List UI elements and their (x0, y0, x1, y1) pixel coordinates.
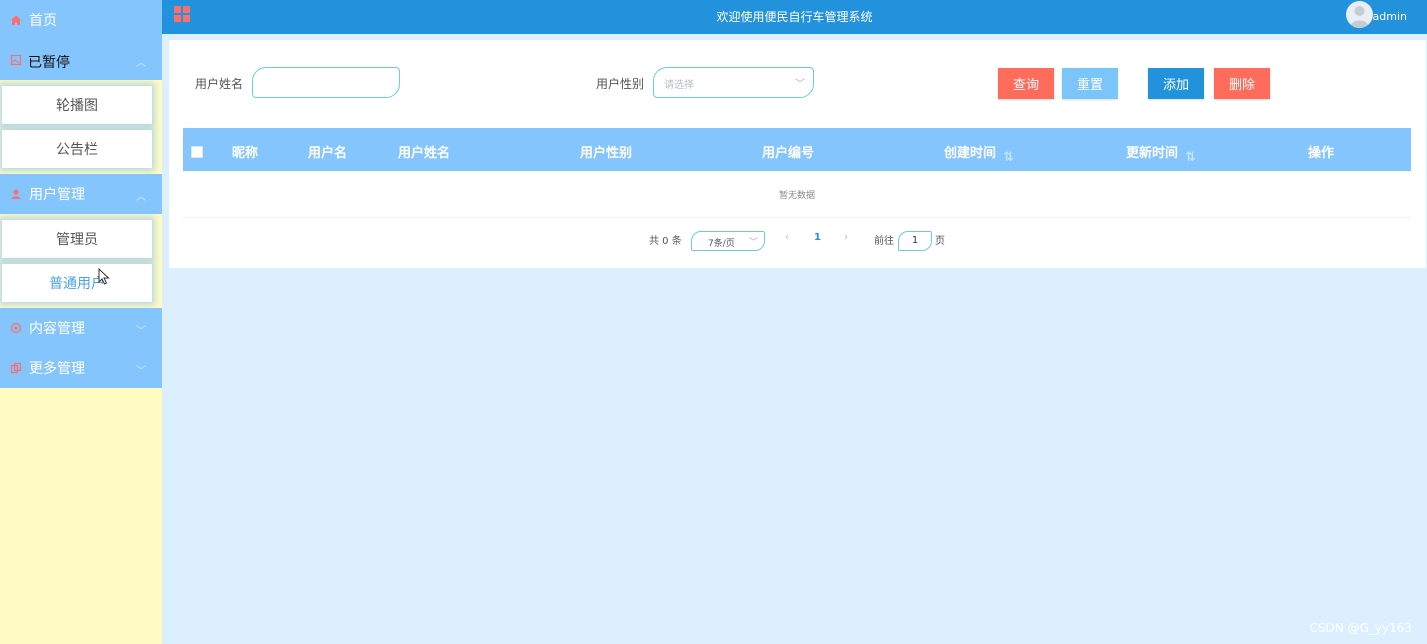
goto-page-input[interactable]: 1 (898, 231, 932, 251)
menu-content-management-label: 内容管理 (29, 321, 85, 337)
empty-table-message: 暂无数据 (183, 171, 1411, 218)
menu-content-management[interactable]: 内容管理 ﹀ (0, 308, 162, 348)
menu-home-label: 首页 (29, 13, 57, 29)
menu-user-management-label: 用户管理 (29, 187, 85, 203)
menu-more-management[interactable]: 更多管理 ﹀ (0, 348, 162, 388)
avatar[interactable] (1346, 1, 1373, 28)
next-page-icon[interactable]: › (844, 232, 848, 243)
delete-button[interactable]: 删除 (1214, 68, 1270, 99)
col-gender: 用户性别 (580, 146, 633, 161)
total-count: 共 0 条 (649, 236, 682, 247)
sidebar-item-carousel[interactable]: 轮播图 (2, 86, 152, 124)
name-filter-label: 用户姓名 (195, 77, 244, 91)
chevron-down-icon: ﹀ (136, 366, 146, 377)
chevron-down-icon: ﹀ (795, 79, 805, 90)
watermark: CSDN @G_yy163 (1309, 621, 1412, 635)
menu-more-management-label: 更多管理 (29, 361, 85, 377)
sidebar-item-admin[interactable]: 管理员 (2, 220, 152, 258)
table-header: 昵称 用户名 用户姓名 用户性别 用户编号 创建时间 ⇅ 更新时间 ⇅ 操作 (183, 128, 1411, 171)
col-username: 用户名 (308, 146, 348, 161)
top-bar: 欢迎使用便民自行车管理系统 admin (162, 0, 1427, 34)
sidebar: 首页 ︿ 已暂停 轮播图 公告栏 用户管理 ︿ 管理员 普通用户 内容管理 ﹀ … (0, 0, 162, 644)
sidebar-item-normal-user[interactable]: 普通用户 (2, 264, 152, 302)
sort-icon[interactable]: ⇅ (1182, 150, 1196, 165)
gender-select[interactable]: 请选择 ﹀ (653, 67, 814, 98)
copy-icon (10, 362, 22, 374)
paused-overlay: 已暂停 (28, 55, 70, 71)
image-icon (10, 54, 22, 66)
username[interactable]: admin (1373, 10, 1407, 23)
col-user-id: 用户编号 (762, 146, 815, 161)
col-nickname: 昵称 (232, 146, 259, 161)
target-icon (10, 322, 22, 334)
col-created-time[interactable]: 创建时间 ⇅ (944, 142, 1014, 165)
page-size-select[interactable]: 7条/页 ﹀ (691, 231, 765, 251)
chevron-down-icon: ﹀ (748, 238, 758, 248)
sort-icon[interactable]: ⇅ (1000, 150, 1014, 165)
sidebar-item-notice[interactable]: 公告栏 (2, 130, 152, 168)
page-title: 欢迎使用便民自行车管理系统 (716, 10, 873, 24)
chevron-up-icon: ︿ (136, 58, 146, 69)
select-all-checkbox[interactable] (191, 146, 203, 158)
col-real-name: 用户姓名 (398, 146, 451, 161)
mouse-cursor-icon (98, 267, 110, 289)
page-suffix: 页 (935, 236, 945, 247)
menu-user-management[interactable]: 用户管理 ︿ (0, 174, 162, 214)
goto-label: 前往 (874, 236, 894, 247)
menu-home[interactable]: 首页 (0, 0, 162, 40)
prev-page-icon[interactable]: ‹ (785, 232, 789, 243)
user-icon (10, 188, 22, 200)
main-card: 用户姓名 用户性别 请选择 ﹀ 查询 重置 添加 删除 昵称 用户名 用户姓名 … (169, 40, 1426, 268)
page-number[interactable]: 1 (814, 232, 821, 243)
chevron-up-icon: ︿ (136, 192, 146, 203)
col-updated-time[interactable]: 更新时间 ⇅ (1126, 142, 1196, 165)
reset-button[interactable]: 重置 (1062, 68, 1118, 99)
gender-filter-label: 用户性别 (596, 77, 645, 91)
add-button[interactable]: 添加 (1148, 68, 1204, 99)
col-actions: 操作 (1308, 146, 1335, 161)
chevron-down-icon: ﹀ (136, 326, 146, 337)
query-button[interactable]: 查询 (998, 68, 1054, 99)
home-icon (10, 14, 22, 26)
menu-group-1[interactable]: ︿ (0, 40, 162, 80)
name-filter-input[interactable] (252, 67, 400, 98)
